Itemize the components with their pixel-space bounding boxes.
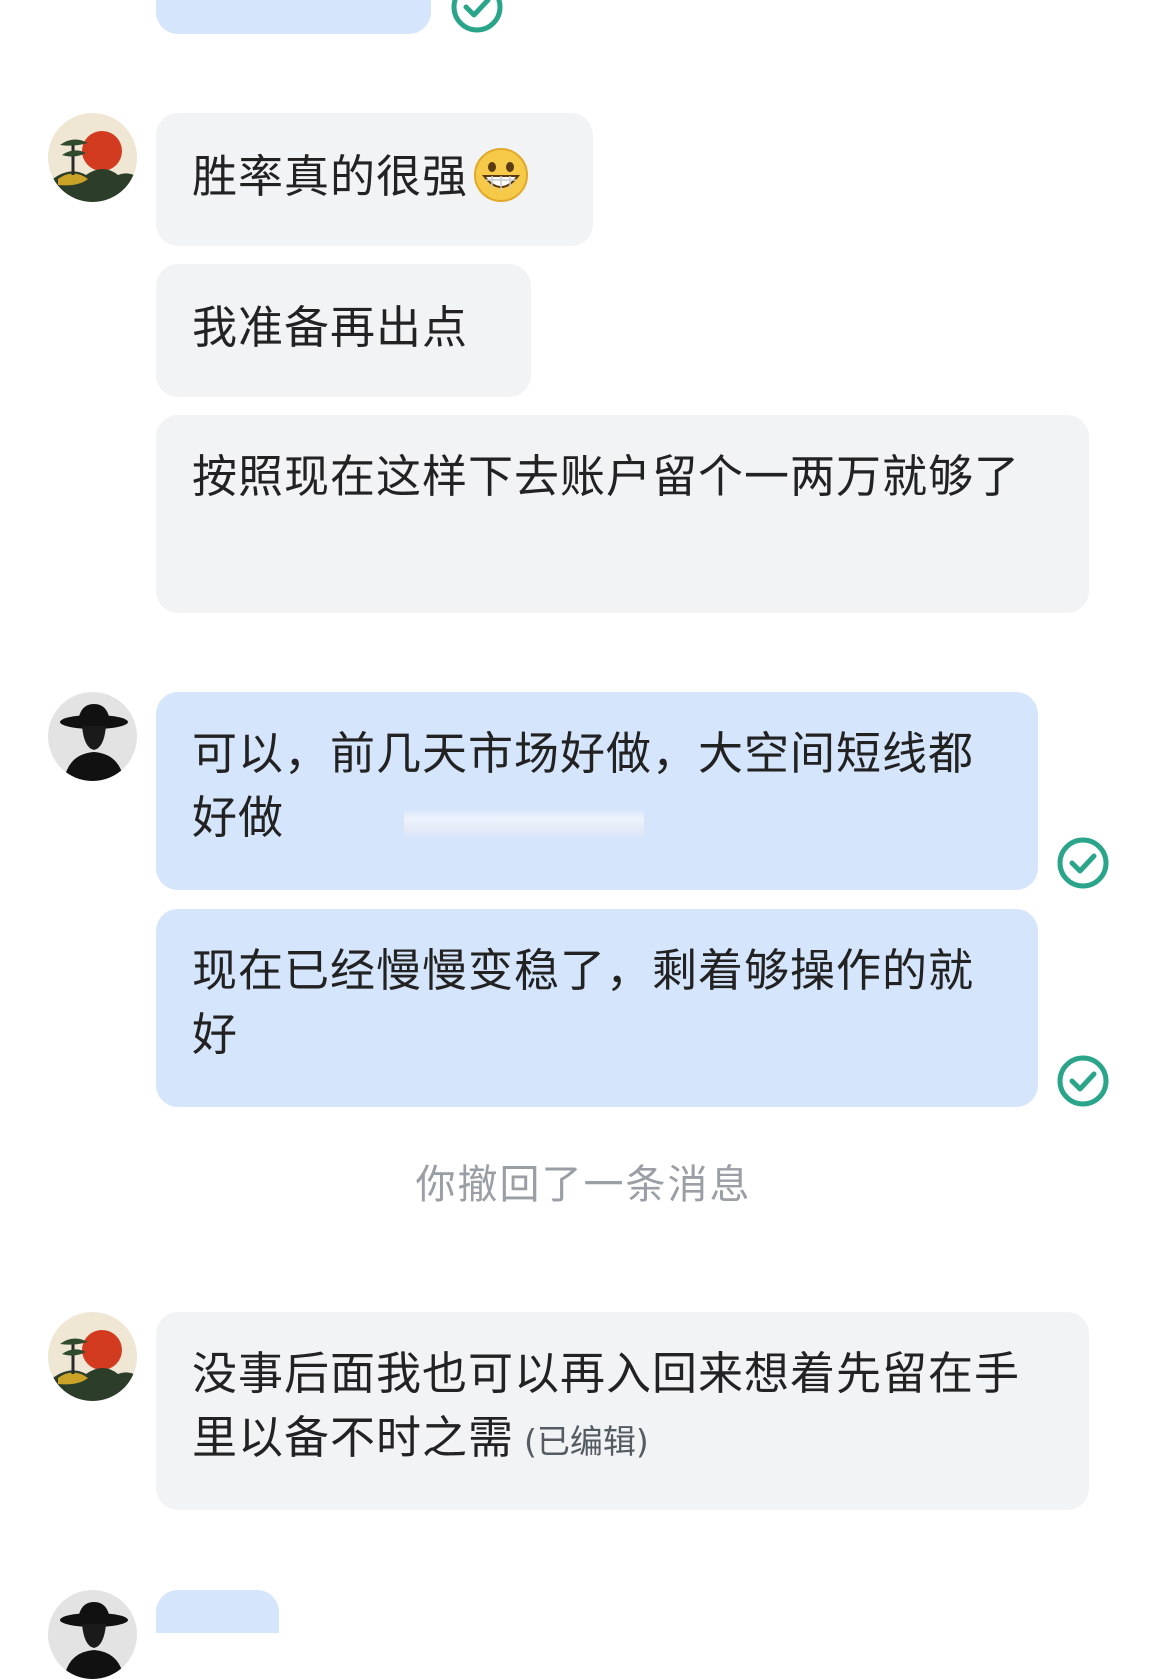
message-bubble-outgoing[interactable]: 可以，前几天市场好做，大空间短线都好做 bbox=[156, 692, 1038, 890]
avatar-self[interactable] bbox=[48, 692, 137, 781]
avatar-contact[interactable] bbox=[48, 1312, 137, 1401]
avatar-self[interactable] bbox=[48, 1590, 137, 1679]
message-bubble-outgoing[interactable]: 现在已经慢慢变稳了，剩着够操作的就好 bbox=[156, 909, 1038, 1107]
message-text: 胜率真的很强 bbox=[192, 150, 469, 203]
check-circle-icon bbox=[1056, 1054, 1110, 1108]
message-bubble-partial-bottom[interactable] bbox=[156, 1590, 279, 1633]
redacted-content bbox=[404, 809, 645, 839]
message-bubble-partial-top[interactable] bbox=[156, 0, 431, 34]
message-text: 我准备再出点 bbox=[192, 301, 469, 354]
edited-label: (已编辑) bbox=[524, 1422, 649, 1461]
grinning-face-icon bbox=[472, 146, 530, 204]
check-circle-icon bbox=[450, 0, 504, 34]
message-bubble-incoming[interactable]: 按照现在这样下去账户留个一两万就够了 bbox=[156, 415, 1089, 613]
message-bubble-incoming[interactable]: 我准备再出点 bbox=[156, 264, 531, 397]
message-bubble-incoming[interactable]: 没事后面我也可以再入回来想着先留在手里以备不时之需 (已编辑) bbox=[156, 1312, 1089, 1510]
avatar-contact[interactable] bbox=[48, 113, 137, 202]
check-circle-icon bbox=[1056, 836, 1110, 890]
message-text: 按照现在这样下去账户留个一两万就够了 bbox=[192, 450, 1021, 503]
message-bubble-incoming[interactable]: 胜率真的很强 bbox=[156, 113, 593, 246]
recall-notice: 你撤回了一条消息 bbox=[415, 1162, 752, 1208]
message-text: 现在已经慢慢变稳了，剩着够操作的就好 bbox=[192, 944, 975, 1061]
